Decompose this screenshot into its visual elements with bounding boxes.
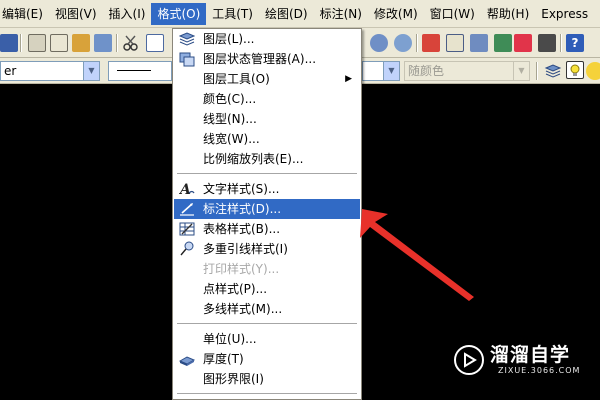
toolbar-separator	[560, 34, 562, 52]
menu-item-multileader-style[interactable]: 多重引线样式(I)	[174, 239, 360, 259]
layer-combo-value: er	[4, 64, 17, 78]
menu-edit[interactable]: 编辑(E)	[0, 3, 49, 25]
watermark-subtitle: ZIXUE.3066.COM	[498, 366, 581, 375]
menu-item-label: 打印样式(Y)...	[203, 262, 280, 276]
menu-modify[interactable]: 修改(M)	[368, 3, 424, 25]
menu-item-label: 线宽(W)...	[203, 132, 260, 146]
menu-item-label: 单位(U)...	[203, 332, 257, 346]
linetype-combo[interactable]	[108, 61, 172, 81]
sheet-set-icon[interactable]	[494, 34, 512, 52]
linetype-preview	[117, 70, 151, 71]
3d-dwf-icon[interactable]	[94, 34, 112, 52]
help-icon[interactable]: ?	[566, 34, 584, 52]
menu-item-dimension-style[interactable]: 标注样式(D)...	[174, 199, 360, 219]
properties-icon[interactable]	[422, 34, 440, 52]
toolbar-separator	[20, 34, 22, 52]
markup-icon[interactable]	[514, 34, 532, 52]
menu-express[interactable]: Express	[535, 3, 594, 25]
menu-item-label: 颜色(C)...	[203, 92, 257, 106]
menu-item-label: 图层工具(O)	[203, 72, 270, 86]
copy-icon[interactable]	[146, 34, 164, 52]
calculator-icon[interactable]	[538, 34, 556, 52]
plot-style-value: 随颜色	[408, 64, 445, 78]
menu-separator	[177, 393, 357, 394]
toolbar-separator	[116, 34, 118, 52]
menu-item-thickness[interactable]: 厚度(T)	[174, 349, 360, 369]
menu-view[interactable]: 视图(V)	[49, 3, 103, 25]
menu-item-label: 比例缩放列表(E)...	[203, 152, 304, 166]
submenu-arrow-icon: ▶	[345, 74, 352, 84]
menu-item-multiline-style[interactable]: 多线样式(M)...	[174, 299, 360, 319]
table-style-icon	[179, 221, 195, 237]
plot-icon[interactable]	[28, 34, 46, 52]
menu-item-text-style[interactable]: A 文字样式(S)...	[174, 179, 360, 199]
menu-tools[interactable]: 工具(T)	[206, 3, 259, 25]
menubar: 编辑(E) 视图(V) 插入(I) 格式(O) 工具(T) 绘图(D) 标注(N…	[0, 0, 600, 28]
menu-separator	[177, 323, 357, 324]
menu-separator	[177, 173, 357, 174]
lightbulb-icon[interactable]	[566, 61, 584, 79]
plot-preview-icon[interactable]	[50, 34, 68, 52]
layer-combo[interactable]: er ▼	[0, 61, 100, 81]
watermark: 溜溜自学 ZIXUE.3066.COM	[446, 338, 579, 384]
menu-item-label: 图形界限(I)	[203, 372, 264, 386]
multileader-style-icon	[179, 241, 195, 257]
watermark-title: 溜溜自学	[490, 344, 571, 366]
menu-item-units[interactable]: 单位(U)...	[174, 329, 360, 349]
menu-item-label: 多线样式(M)...	[203, 302, 283, 316]
menu-item-label: 图层状态管理器(A)...	[203, 52, 317, 66]
publish-icon[interactable]	[72, 34, 90, 52]
menu-item-label: 表格样式(B)...	[203, 222, 281, 236]
design-center-icon[interactable]	[446, 34, 464, 52]
cut-icon[interactable]	[122, 34, 140, 52]
menu-draw[interactable]: 绘图(D)	[259, 3, 314, 25]
menu-item-table-style[interactable]: 表格样式(B)...	[174, 219, 360, 239]
layers-icon	[178, 31, 196, 47]
menu-insert[interactable]: 插入(I)	[103, 3, 152, 25]
layer-state-icon	[179, 51, 195, 67]
chevron-down-icon[interactable]: ▼	[83, 62, 99, 80]
menu-item-lineweight[interactable]: 线宽(W)...	[174, 129, 360, 149]
watermark-logo-icon	[454, 345, 484, 375]
zoom-realtime-icon[interactable]	[370, 34, 388, 52]
toolbar-separator	[536, 62, 538, 80]
menu-format[interactable]: 格式(O)	[151, 2, 207, 25]
text-style-icon: A	[178, 181, 195, 198]
annotation-arrow	[360, 209, 474, 301]
menu-item-point-style[interactable]: 点样式(P)...	[174, 279, 360, 299]
menu-help[interactable]: 帮助(H)	[481, 3, 535, 25]
menu-item-scale-list[interactable]: 比例缩放列表(E)...	[174, 149, 360, 169]
tool-palettes-icon[interactable]	[470, 34, 488, 52]
menu-item-label: 标注样式(D)...	[203, 202, 282, 216]
menu-item-layer[interactable]: 图层(L)...	[174, 29, 360, 49]
menu-item-label: 厚度(T)	[203, 352, 244, 366]
format-menu: 图层(L)... 图层状态管理器(A)... 图层工具(O) ▶ 颜色(C)..…	[172, 28, 362, 400]
svg-text:A: A	[179, 182, 191, 197]
menu-item-layer-tools[interactable]: 图层工具(O) ▶	[174, 69, 360, 89]
toolbar-separator	[416, 34, 418, 52]
menu-item-label: 文字样式(S)...	[203, 182, 280, 196]
linetype-combo-right[interactable]: ▼	[362, 61, 400, 81]
sun-icon[interactable]	[586, 62, 600, 80]
menu-item-linetype[interactable]: 线型(N)...	[174, 109, 360, 129]
menu-item-layer-state-manager[interactable]: 图层状态管理器(A)...	[174, 49, 360, 69]
menu-window[interactable]: 窗口(W)	[424, 3, 481, 25]
menu-item-label: 线型(N)...	[203, 112, 257, 126]
menu-item-color[interactable]: 颜色(C)...	[174, 89, 360, 109]
chevron-down-icon: ▼	[513, 62, 529, 80]
thickness-icon	[178, 351, 196, 367]
menu-item-label: 点样式(P)...	[203, 282, 268, 296]
save-icon[interactable]	[0, 34, 18, 52]
zoom-previous-icon[interactable]	[394, 34, 412, 52]
dimension-style-icon	[179, 201, 195, 217]
chevron-down-icon[interactable]: ▼	[383, 62, 399, 80]
plot-style-combo: 随颜色 ▼	[404, 61, 530, 81]
layers-icon[interactable]	[544, 62, 562, 80]
menu-item-drawing-limits[interactable]: 图形界限(I)	[174, 369, 360, 389]
menu-item-plot-style: 打印样式(Y)...	[174, 259, 360, 279]
menu-dimension[interactable]: 标注(N)	[314, 3, 368, 25]
menu-item-label: 多重引线样式(I)	[203, 242, 288, 256]
menu-item-label: 图层(L)...	[203, 32, 255, 46]
